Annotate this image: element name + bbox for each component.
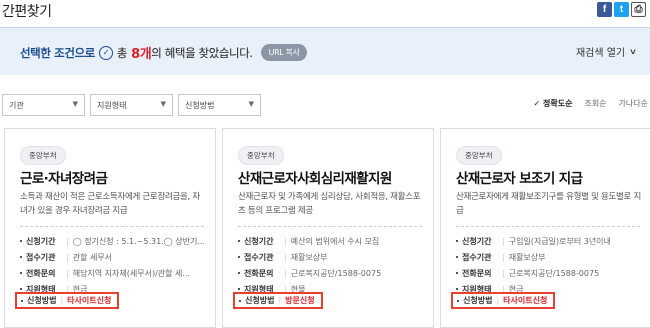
card-info: 신청기간 | ◯ 정기신청 : 5.1.~5.31.◯ 상반기... 접수기관 | 관할… [20,233,210,297]
info-value: 관할 세무서 [72,252,113,262]
card-info: 신청기간 | 예산의 범위에서 수시 모집 접수기관 | 재활보상부 전화문의 | 근로복지… [238,233,428,297]
page-header: 간편찾기 f t ⎙ [0,0,650,20]
card-title[interactable]: 산재근로자 보조기 지급 [456,167,583,187]
info-label: 전화문의 [456,268,502,279]
info-value: 근로복지공단/1588-0075 [508,268,600,278]
summary-lead: 선택한 조건으로 [20,45,95,60]
card-divider [238,226,422,227]
sort-options: ✓ 정확도순 조회순 가나다순 [534,98,648,109]
dropdown-arrow-icon: ▼ [160,100,166,108]
card-description: 산재근로자 및 가족에게 심리상담, 사회적응, 재활스포츠 등의 프로그램 제… [238,192,421,216]
info-row-agency: 접수기관 | 재활보상부 [238,249,428,265]
page-title: 간편찾기 [2,4,52,20]
sort-views[interactable]: 조회순 [584,98,606,109]
card-title[interactable]: 산재근로자사회심리재활지원 [238,167,392,187]
dropdown-arrow-icon: ▼ [72,100,78,108]
info-label: 전화문의 [20,268,66,279]
agency-badge: 중앙부처 [456,146,502,165]
agency-select[interactable]: 기관 ▼ [2,94,85,116]
card-title[interactable]: 근로·자녀장려금 [20,167,108,187]
info-label: 접수기관 [456,252,502,263]
support-type-select-label: 지원형태 [97,101,127,110]
info-label: 접수기관 [20,252,66,263]
info-value: ◯ 정기신청 : 5.1.~5.31.◯ 상반기... [72,236,205,246]
info-row-period: 신청기간 | ◯ 정기신청 : 5.1.~5.31.◯ 상반기... [20,233,210,249]
apply-method-highlight: 신청방법 | 타사이트신청 [15,292,120,309]
facebook-icon[interactable]: f [597,2,612,17]
apply-method-select-label: 신청방법 [185,101,215,110]
support-type-select[interactable]: 지원형태 ▼ [90,94,173,116]
info-label: 접수기관 [238,252,284,263]
info-row-contact: 전화문의 | 해당지역 지자체(세무서)/관할 세... [20,265,210,281]
benefit-card[interactable]: 중앙부처 산재근로자 보조기 지급 산재근로자에게 재활보조기구를 유형별 및 … [440,128,650,328]
info-value: 해당지역 지자체(세무서)/관할 세... [72,268,191,278]
info-row-contact: 전화문의 | 근로복지공단/1588-0075 [456,265,646,281]
card-description: 소득과 재산이 적은 근로소득자에게 근로장려금을, 자녀가 있을 경우 자녀장… [20,192,200,216]
summary-tail: 의 혜택을 찾았습니다. [151,45,253,60]
apply-method-label: 신청방법 [457,295,492,306]
info-row-period: 신청기간 | 구입일(지급일)로부터 3년이내 [456,233,646,249]
info-row-contact: 전화문의 | 근로복지공단/1588-0075 [238,265,428,281]
print-icon[interactable]: ⎙ [631,2,646,17]
agency-select-label: 기관 [9,101,24,110]
research-toggle-button[interactable]: 재검색 열기 ∨ [575,44,638,59]
benefit-card[interactable]: 중앙부처 근로·자녀장려금 소득과 재산이 적은 근로소득자에게 근로장려금을,… [4,128,216,328]
result-summary: 선택한 조건으로 ✓ 총 8개 의 혜택을 찾았습니다. URL 복사 [20,43,308,62]
research-label: 재검색 열기 [575,48,626,59]
apply-method-label: 신청방법 [239,295,274,306]
apply-method-label: 신청방법 [21,295,56,306]
apply-method-value: 타사이트신청 [67,296,112,305]
apply-method-highlight: 신청방법 | 방문신청 [233,292,323,309]
share-buttons: f t ⎙ [597,2,646,17]
card-divider [20,226,204,227]
info-label: 신청기간 [238,236,284,247]
info-value: 근로복지공단/1588-0075 [290,268,382,278]
sort-alphabetical[interactable]: 가나다순 [619,98,648,109]
card-info: 신청기간 | 구입일(지급일)로부터 3년이내 접수기관 | 재활보상부 전화문의 | 근로… [456,233,646,297]
copy-url-button[interactable]: URL 복사 [260,44,308,61]
info-label: 전화문의 [238,268,284,279]
info-row-agency: 접수기관 | 관할 세무서 [20,249,210,265]
check-circle-icon: ✓ [98,45,113,60]
agency-badge: 중앙부처 [238,146,284,165]
apply-method-highlight: 신청방법 | 타사이트신청 [451,292,556,309]
info-value: 재활보상부 [290,252,328,262]
apply-method-value: 방문신청 [285,296,315,305]
info-label: 신청기간 [456,236,502,247]
result-banner: 선택한 조건으로 ✓ 총 8개 의 혜택을 찾았습니다. URL 복사 재검색 … [0,27,650,75]
dropdown-arrow-icon: ▼ [248,100,254,108]
apply-method-select[interactable]: 신청방법 ▼ [178,94,261,116]
chevron-down-icon: ∨ [628,47,638,56]
info-row-agency: 접수기관 | 재활보상부 [456,249,646,265]
info-value: 구입일(지급일)로부터 3년이내 [508,236,611,246]
info-value: 재활보상부 [508,252,546,262]
summary-mid: 총 [116,45,128,60]
info-value: 예산의 범위에서 수시 모집 [290,236,380,246]
filter-bar: 기관 ▼ 지원형태 ▼ 신청방법 ▼ [2,94,261,116]
info-row-period: 신청기간 | 예산의 범위에서 수시 모집 [238,233,428,249]
sort-accuracy[interactable]: ✓ 정확도순 [534,98,573,109]
twitter-icon[interactable]: t [614,2,629,17]
benefit-card[interactable]: 중앙부처 산재근로자사회심리재활지원 산재근로자 및 가족에게 심리상담, 사회… [222,128,434,328]
result-count: 8개 [131,47,152,62]
agency-badge: 중앙부처 [20,146,66,165]
card-divider [456,226,640,227]
info-label: 신청기간 [20,236,66,247]
apply-method-value: 타사이트신청 [503,296,548,305]
card-description: 산재근로자에게 재활보조기구를 유형별 및 용도별로 지급 [456,192,641,216]
